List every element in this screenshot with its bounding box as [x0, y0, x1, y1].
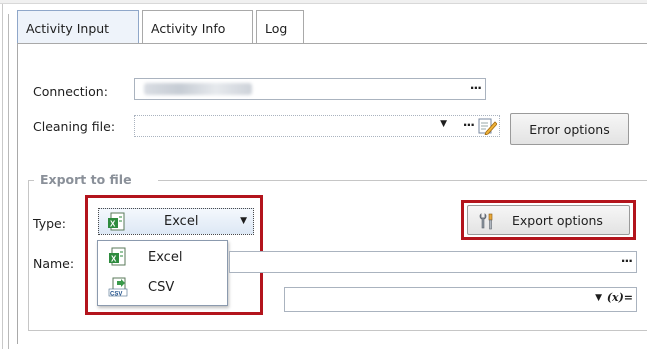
type-select-value: Excel [164, 214, 199, 229]
cleaning-file-dropdown-arrow[interactable]: ▼ [440, 119, 447, 129]
tab-activity-input[interactable]: Activity Input [17, 10, 139, 44]
csv-file-icon: CSV [108, 277, 128, 297]
name-field[interactable]: ··· [229, 251, 637, 273]
svg-text:CSV: CSV [110, 291, 122, 297]
group-border [28, 330, 647, 331]
cleaning-file-field[interactable]: ▼ ··· [134, 115, 500, 137]
connection-browse-button[interactable]: ··· [470, 80, 482, 95]
tab-strip: Activity Input Activity Info Log [17, 10, 647, 44]
window-left-edge [0, 4, 3, 349]
window-left-divider [8, 14, 9, 349]
name-browse-button[interactable]: ··· [621, 253, 633, 268]
tab-label: Log [265, 21, 288, 36]
svg-text:X: X [111, 255, 117, 264]
dropdown-option-csv[interactable]: CSV CSV [98, 275, 227, 301]
connection-field[interactable]: ··· [134, 78, 486, 100]
connection-label: Connection: [33, 84, 108, 99]
chevron-down-icon[interactable]: ▼ [240, 216, 247, 226]
group-border [158, 180, 647, 181]
dropdown-option-excel[interactable]: X Excel [98, 245, 227, 271]
dropdown-option-label: Excel [148, 250, 183, 265]
tab-label: Activity Input [26, 21, 110, 36]
cleaning-file-label: Cleaning file: [33, 119, 116, 134]
excel-file-icon: X [108, 212, 125, 231]
tab-log[interactable]: Log [256, 10, 304, 44]
export-options-label: Export options [512, 213, 603, 228]
window-top-border [0, 0, 647, 4]
dropdown-option-label: CSV [148, 280, 175, 295]
tab-activity-info[interactable]: Activity Info [142, 10, 253, 44]
expression-field[interactable]: ▼ (x)= [284, 287, 637, 312]
type-label: Type: [33, 216, 66, 231]
name-label: Name: [33, 256, 75, 271]
export-group-title: Export to file [40, 172, 132, 187]
excel-file-icon: X [109, 247, 126, 266]
type-dropdown-list: X Excel CSV CSV [97, 240, 228, 306]
expression-button[interactable]: (x)= [607, 291, 633, 304]
connection-value-redacted [144, 83, 252, 95]
export-options-button[interactable]: Export options [467, 205, 630, 235]
tools-icon [479, 213, 493, 230]
error-options-button[interactable]: Error options [510, 113, 629, 145]
cleaning-file-browse-button[interactable]: ··· [463, 117, 475, 132]
svg-text:X: X [110, 220, 116, 229]
edit-pencil-icon[interactable] [477, 117, 497, 135]
group-border [28, 180, 29, 330]
tab-label: Activity Info [151, 21, 226, 36]
expression-dropdown-arrow[interactable]: ▼ [595, 293, 602, 303]
type-select[interactable]: X Excel ▼ [98, 208, 254, 235]
